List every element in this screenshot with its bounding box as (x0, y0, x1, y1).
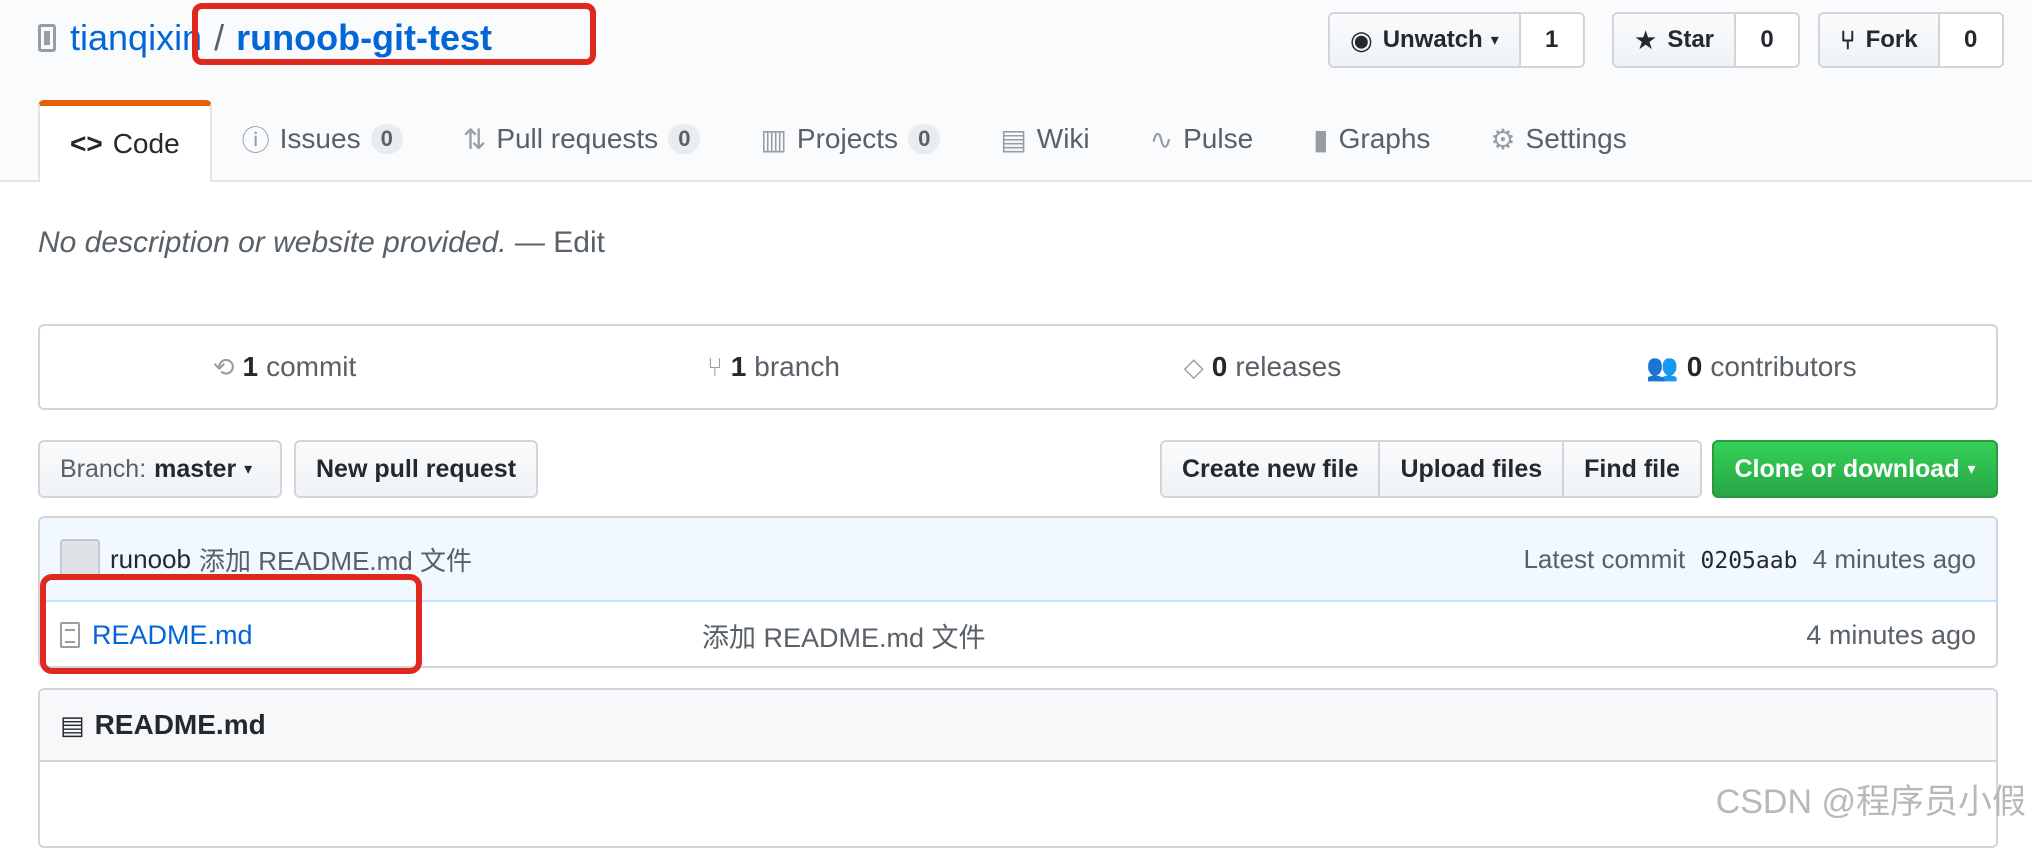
tab-projects[interactable]: ▥ Projects 0 (730, 100, 970, 178)
tab-wiki[interactable]: ▤ Wiki (970, 100, 1119, 178)
fork-button[interactable]: ⑂ Fork (1820, 14, 1940, 66)
tab-graphs[interactable]: ▮ Graphs (1283, 100, 1460, 178)
latest-commit-age: 4 minutes ago (1812, 543, 1976, 574)
star-icon: ★ (1634, 24, 1658, 55)
project-icon: ▥ (760, 123, 787, 155)
tab-counter: 0 (668, 124, 701, 154)
watch-button-group: ◉ Unwatch ▾ 1 (1328, 12, 1585, 68)
summary-releases[interactable]: ◇ 0 releases (1018, 326, 1507, 408)
branches-label: branch (754, 351, 840, 382)
unwatch-label: Unwatch (1382, 26, 1483, 53)
tab-counter: 0 (908, 124, 941, 154)
create-new-file-button[interactable]: Create new file (1162, 442, 1381, 496)
readme-header: ▤ README.md (40, 690, 1996, 762)
edit-description-link[interactable]: — Edit (515, 226, 605, 259)
tab-issues[interactable]: ⓘ Issues 0 (212, 100, 433, 178)
commit-sha-link[interactable]: 0205aab (1701, 548, 1798, 574)
chevron-down-icon: ▾ (1490, 32, 1499, 49)
upload-files-button[interactable]: Upload files (1380, 442, 1565, 496)
commit-author-link[interactable]: runoob (110, 544, 191, 575)
latest-commit-prefix: Latest commit (1523, 543, 1686, 574)
tab-settings[interactable]: ⚙ Settings (1460, 100, 1656, 178)
tab-pull-requests[interactable]: ⇅ Pull requests 0 (433, 100, 731, 178)
chevron-down-icon: ▾ (1967, 461, 1976, 478)
branch-value: master (154, 454, 237, 483)
repo-summary-bar: ⟲ 1 commit ⑂ 1 branch ◇ 0 releases 👥 0 c… (38, 324, 1998, 410)
pulse-icon: ∿ (1149, 123, 1174, 155)
fork-count[interactable]: 0 (1939, 14, 2002, 66)
tab-label: Wiki (1036, 123, 1090, 154)
new-pull-request-button[interactable]: New pull request (294, 440, 539, 498)
star-count[interactable]: 0 (1736, 14, 1798, 66)
contributors-label: contributors (1710, 351, 1857, 382)
tab-label: Pulse (1183, 123, 1254, 154)
find-file-button[interactable]: Find file (1564, 442, 1700, 496)
commits-count: 1 (242, 351, 259, 382)
repo-owner-link[interactable]: tianqixin (70, 17, 202, 59)
branch-select-button[interactable]: Branch: master ▾ (38, 440, 282, 498)
description-text: No description or website provided. (38, 226, 507, 259)
tab-counter: 0 (370, 124, 403, 154)
repo-header: tianqixin / runoob-git-test ◉ Unwatch ▾ … (0, 0, 2032, 182)
book-icon: ▤ (60, 709, 85, 740)
fork-label: Fork (1865, 26, 1918, 53)
releases-count: 0 (1211, 351, 1228, 382)
tab-label: Projects (796, 123, 899, 154)
fork-icon: ⑂ (1840, 24, 1856, 55)
clone-or-download-button[interactable]: Clone or download ▾ (1712, 440, 1998, 498)
contributors-count: 0 (1686, 351, 1703, 382)
watermark: CSDN @程序员小假 (1715, 783, 2026, 821)
history-icon: ⟲ (212, 351, 235, 382)
issue-icon: ⓘ (241, 125, 270, 156)
people-icon: 👥 (1646, 351, 1679, 382)
highlight-box-readme-file (40, 574, 422, 674)
summary-contributors[interactable]: 👥 0 contributors (1507, 326, 1996, 408)
unwatch-button[interactable]: ◉ Unwatch ▾ (1330, 14, 1521, 66)
tab-label: Pull requests (496, 123, 659, 154)
repo-description: No description or website provided. — Ed… (38, 226, 605, 260)
commits-label: commit (266, 351, 357, 382)
tab-label: Settings (1525, 123, 1627, 154)
book-icon: ▤ (1000, 123, 1027, 155)
repo-icon (38, 24, 56, 52)
tab-label: Code (112, 128, 180, 159)
clone-label: Clone or download (1734, 454, 1960, 483)
branches-count: 1 (730, 351, 747, 382)
repo-nav-tabs: <> Code ⓘ Issues 0 ⇅ Pull requests 0 ▥ P… (38, 100, 1657, 182)
star-label: Star (1667, 26, 1714, 53)
summary-branches[interactable]: ⑂ 1 branch (529, 326, 1018, 408)
latest-commit-info: Latest commit 0205aab 4 minutes ago (1523, 544, 1976, 575)
chevron-down-icon: ▾ (244, 461, 253, 478)
releases-label: releases (1235, 351, 1342, 382)
gear-icon: ⚙ (1490, 123, 1516, 155)
summary-commits[interactable]: ⟲ 1 commit (40, 326, 529, 408)
file-age: 4 minutes ago (1806, 619, 1976, 650)
tab-label: Graphs (1338, 123, 1431, 154)
tag-icon: ◇ (1183, 351, 1204, 382)
star-button[interactable]: ★ Star (1614, 14, 1736, 66)
file-actions-group: Create new file Upload files Find file (1160, 440, 1702, 498)
eye-icon: ◉ (1350, 24, 1373, 55)
commit-message-link[interactable]: 添加 README.md 文件 (199, 541, 472, 578)
tab-code[interactable]: <> Code (38, 100, 212, 182)
branch-icon: ⑂ (707, 351, 723, 382)
code-icon: <> (70, 128, 103, 159)
readme-panel: ▤ README.md (38, 688, 1998, 848)
tab-pulse[interactable]: ∿ Pulse (1120, 100, 1284, 178)
highlight-box-repo-name (192, 3, 596, 65)
fork-button-group: ⑂ Fork 0 (1818, 12, 2004, 68)
pull-request-icon: ⇅ (462, 123, 487, 155)
graph-icon: ▮ (1313, 123, 1329, 155)
avatar[interactable] (60, 539, 100, 579)
watch-count[interactable]: 1 (1520, 14, 1583, 66)
branch-label: Branch: (60, 454, 147, 483)
file-commit-message-link[interactable]: 添加 README.md 文件 (702, 616, 986, 655)
star-button-group: ★ Star 0 (1612, 12, 1800, 68)
tab-label: Issues (279, 123, 361, 154)
readme-title: README.md (94, 709, 266, 740)
